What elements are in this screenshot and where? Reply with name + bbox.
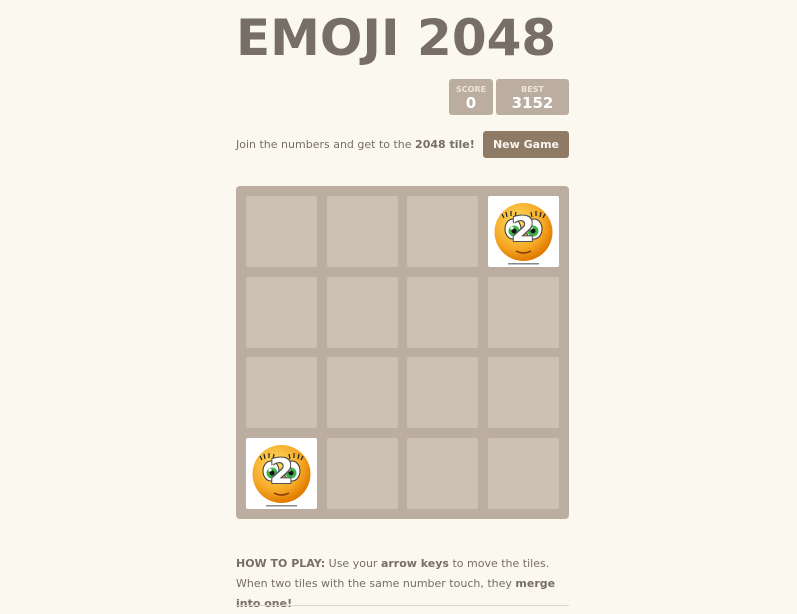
how-to-play-heading: HOW TO PLAY: [236,557,326,570]
tile-number: 2 [269,451,294,492]
game-title: EMOJI 2048 [236,9,557,67]
tile-number: 2 [511,210,535,250]
intro-goal: 2048 tile! [415,138,475,151]
grid-cell [326,196,398,267]
grid-cell [326,357,398,428]
best-score-box: BEST 3152 [496,79,569,115]
tile-2: 2 [246,437,317,509]
grid-cell [407,437,478,509]
grid-cell [326,437,398,509]
new-game-button[interactable]: New Game [483,131,569,158]
grid-cell [487,437,559,509]
score-value: 0 [465,94,477,112]
game-board[interactable]: 22 [236,186,569,519]
grid-cell [487,276,559,348]
intro-text-start: Join the numbers and get to the [236,138,416,151]
best-label: BEST [521,85,544,94]
grid-cell [326,276,398,348]
divider [236,605,569,606]
arrow-keys-text: arrow keys [380,557,449,570]
grid-cell [246,276,317,348]
grid-cell [246,357,317,428]
intro-text: Join the numbers and get to the 2048 til… [236,137,475,153]
grid-cell [246,196,317,267]
grid-cell [407,276,478,348]
how-to-play-text-1: Use your [325,557,381,570]
score-label: SCORE [455,85,487,94]
best-value: 3152 [511,94,554,112]
tile-2: 2 [487,196,559,267]
score-box: SCORE 0 [449,79,493,115]
grid-cell [407,357,478,428]
grid-cell [407,196,478,267]
grid-cell [487,357,559,428]
